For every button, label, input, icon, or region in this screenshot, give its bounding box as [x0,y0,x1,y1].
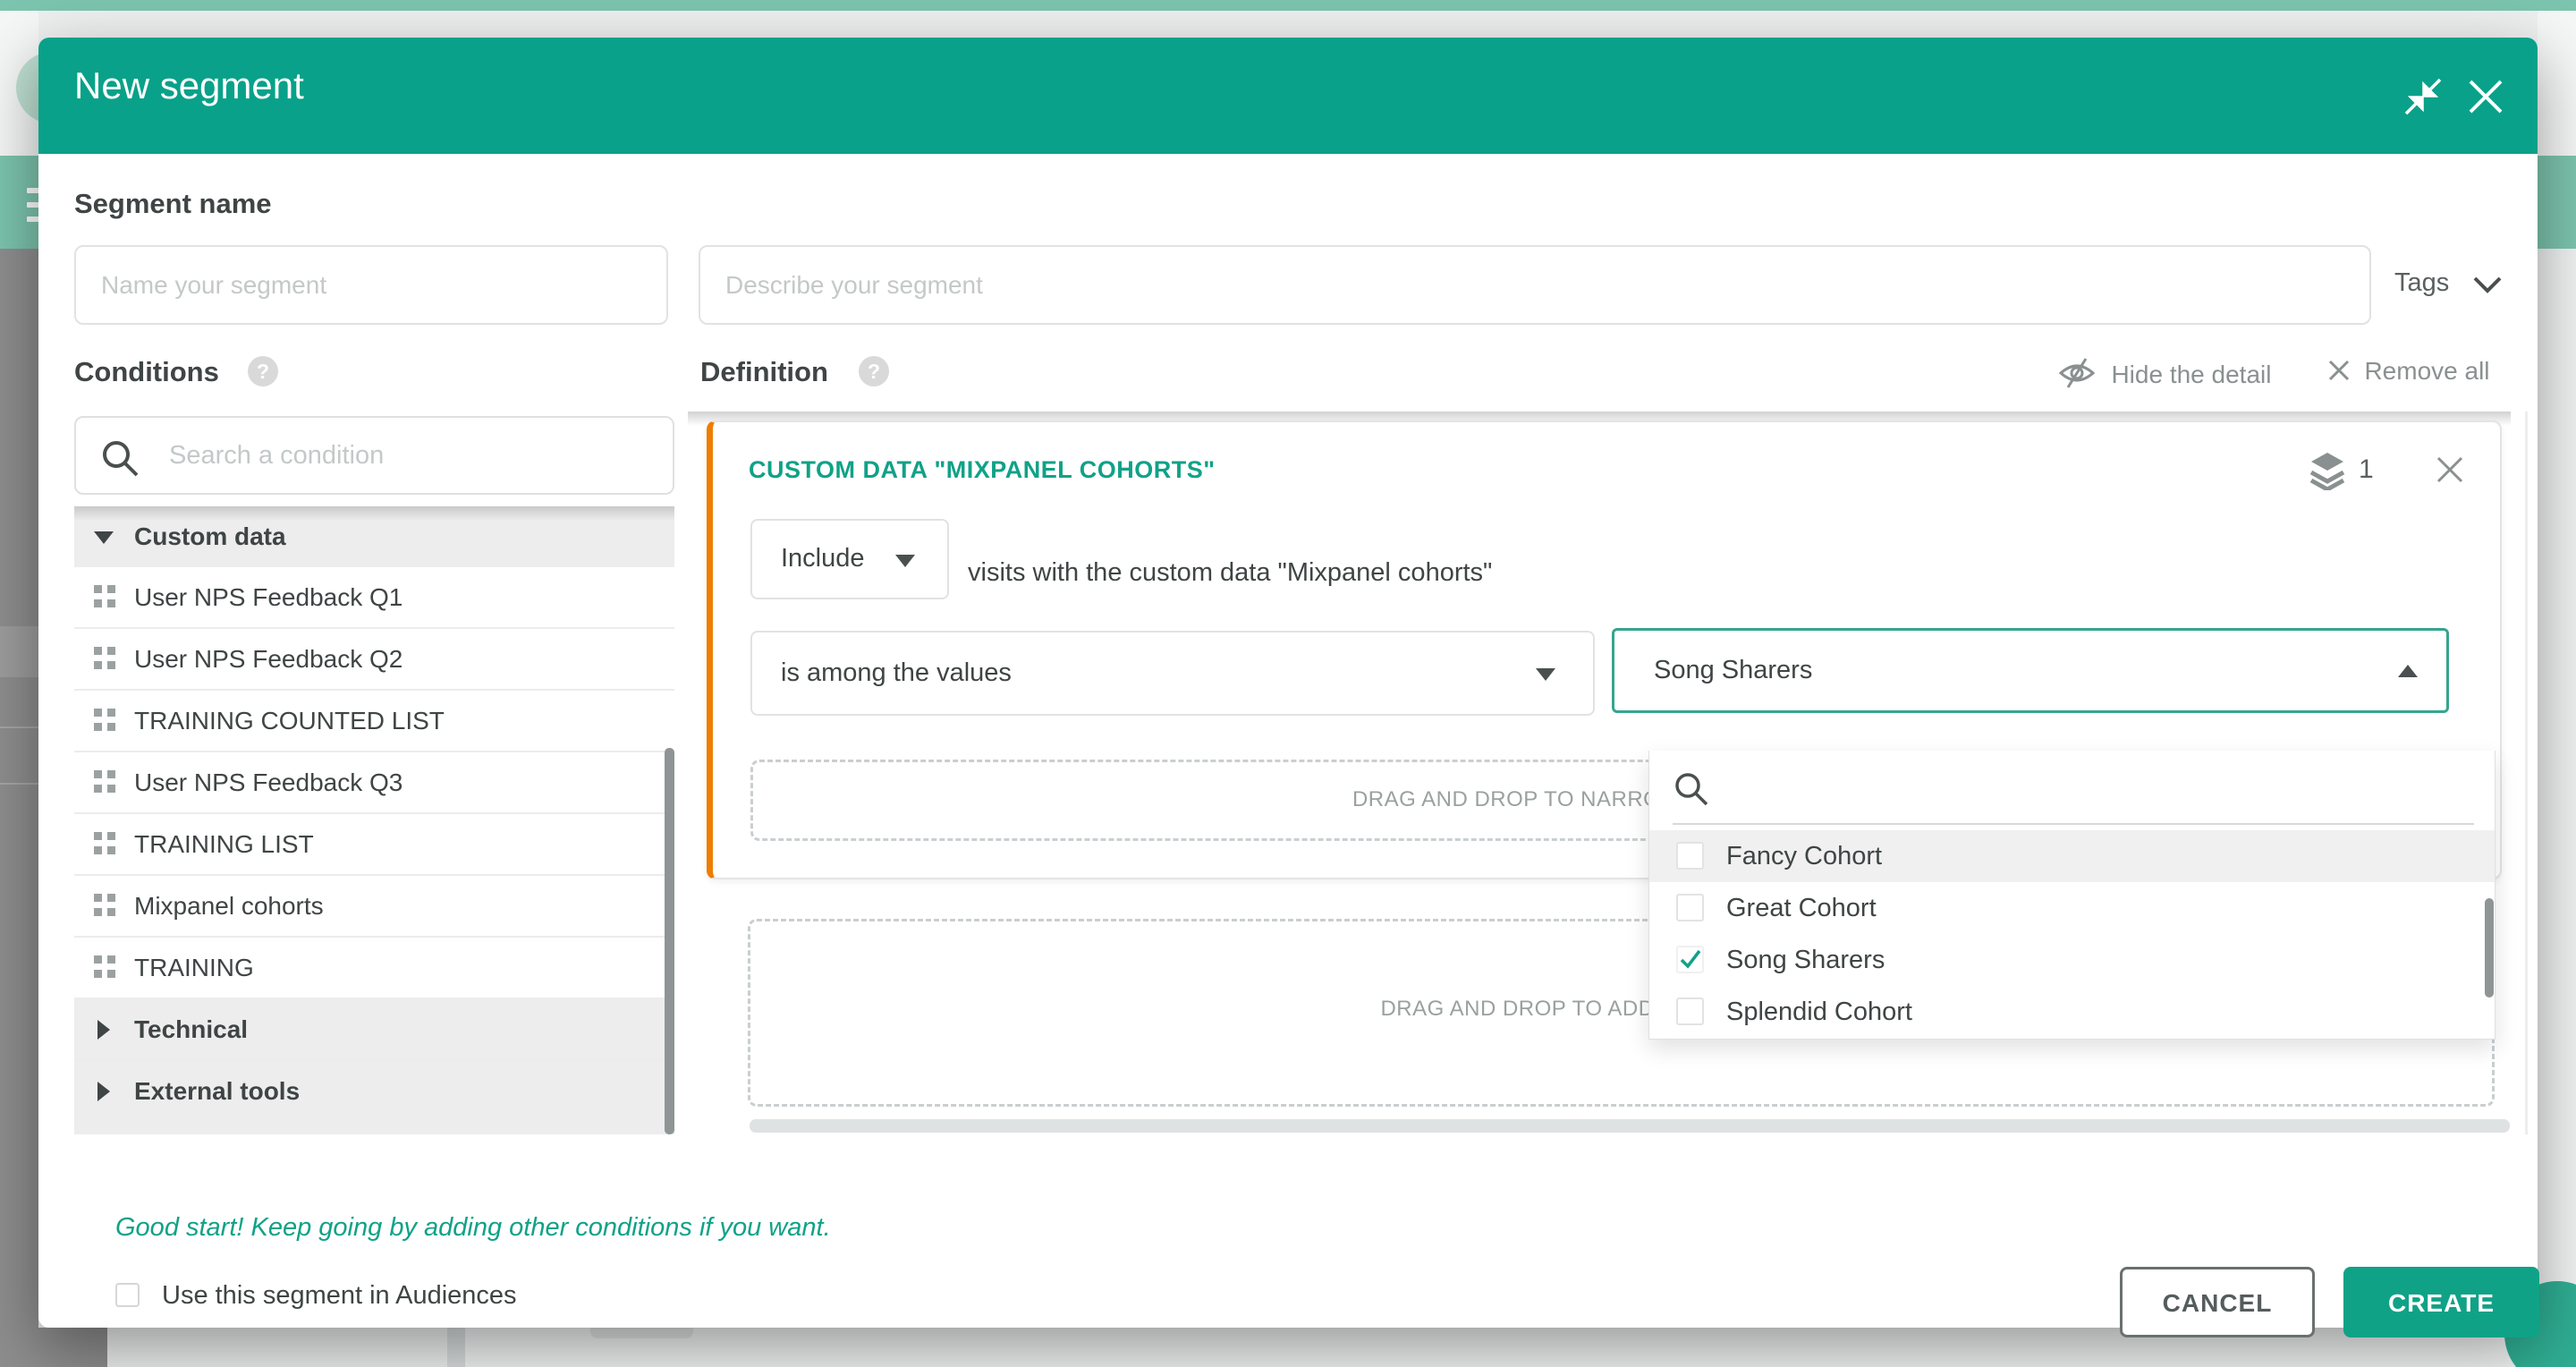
checkbox[interactable] [1676,842,1704,870]
hide-detail-label: Hide the detail [2111,361,2271,388]
minimize-icon[interactable] [2404,78,2442,115]
triangle-collapsed-icon [97,1082,110,1101]
operator-select[interactable]: is among the values [750,631,1595,716]
condition-item[interactable]: Mixpanel cohorts [74,876,674,938]
value-search-input[interactable] [1724,763,2351,813]
definition-hscrollbar[interactable] [750,1119,2510,1133]
conditions-help-icon[interactable]: ? [248,356,278,386]
checkbox[interactable] [1676,894,1704,921]
background-panel-bottom [107,1328,447,1367]
condition-item[interactable]: User NPS Feedback Q2 [74,629,674,691]
audiences-label: Use this segment in Audiences [162,1281,517,1311]
caret-up-icon [2398,665,2418,677]
definition-help-icon[interactable]: ? [859,356,889,386]
conditions-heading: Conditions [74,356,219,388]
sidebar-selected-item[interactable] [0,626,38,677]
drag-handle-icon[interactable] [94,709,115,732]
chevron-down-icon [2472,275,2503,294]
dropdown-option[interactable]: Fancy Cohort [1649,830,2496,882]
background-nav-band-right [2538,156,2576,249]
close-icon[interactable] [2467,78,2504,115]
drag-handle-icon[interactable] [94,832,115,855]
dropdown-scrollbar[interactable] [2485,898,2494,998]
value-select[interactable]: Song Sharers [1612,628,2449,713]
background-divider-bottom [447,1328,465,1367]
checkbox[interactable] [1676,998,1704,1025]
triangle-collapsed-icon [97,1020,110,1040]
dropdown-option[interactable]: Song Sharers [1649,934,2496,986]
background-topbar [0,0,2576,11]
remove-all-x-icon [2326,358,2351,383]
new-segment-modal: New segment Segment name Tags Conditions… [38,38,2538,1328]
dropdown-option[interactable]: Great Cohort [1649,882,2496,934]
segment-name-input[interactable] [74,245,668,325]
search-icon [99,437,140,479]
value-dropdown-panel: Fancy Cohort Great Cohort Song Sharers S… [1648,751,2496,1040]
background-sidebar-bottom [0,1328,107,1367]
condition-group-technical[interactable]: Technical [74,999,674,1061]
condition-search-input[interactable] [169,423,661,488]
segment-description-input[interactable] [699,245,2371,325]
conditions-list: Custom data User NPS Feedback Q1 User NP… [74,506,674,1134]
layers-icon[interactable] [2309,451,2345,490]
audiences-checkbox[interactable] [115,1283,140,1307]
operator-select-value: is among the values [781,658,1012,688]
sidebar-separator [0,783,38,785]
eye-off-icon [2057,357,2097,389]
dropdown-option[interactable]: Splendid Cohort [1649,986,2496,1038]
condition-group-external-tools[interactable]: External tools [74,1061,674,1134]
drag-handle-icon[interactable] [94,647,115,670]
definition-heading: Definition [700,356,828,388]
hint-text: Good start! Keep going by adding other c… [115,1213,831,1243]
include-select-value: Include [781,544,865,573]
background-sidebar [0,249,38,1367]
background-content-right [2538,249,2576,1367]
triangle-expanded-icon [94,531,114,544]
definition-scroll-track [2525,412,2528,1134]
condition-item[interactable]: TRAINING [74,938,674,999]
remove-condition-icon[interactable] [2435,454,2465,485]
condition-item[interactable]: User NPS Feedback Q1 [74,567,674,629]
background-scroll-tab [590,1328,693,1338]
conditions-scrollbar[interactable] [665,748,674,1134]
check-icon [1679,947,1702,971]
list-scroll-shadow [74,506,674,521]
modal-title: New segment [74,64,304,107]
search-underline [1673,823,2474,825]
caret-down-icon [895,555,915,567]
tags-label: Tags [2394,268,2449,297]
condition-card-title: CUSTOM DATA "MIXPANEL COHORTS" [749,456,1216,484]
background-header-right [2538,11,2576,156]
search-icon [1673,770,1710,808]
hide-detail-button[interactable]: Hide the detail [2057,357,2271,389]
segment-name-label: Segment name [74,188,272,220]
condition-search [74,416,674,495]
remove-all-label: Remove all [2364,357,2489,385]
value-select-value: Song Sharers [1654,656,1812,685]
sidebar-separator [0,726,38,728]
tags-dropdown[interactable]: Tags [2394,268,2503,298]
condition-item[interactable]: TRAINING COUNTED LIST [74,691,674,752]
drag-handle-icon[interactable] [94,585,115,608]
caret-down-icon [1536,668,1555,681]
create-button[interactable]: CREATE [2343,1267,2539,1337]
layer-count: 1 [2359,454,2374,485]
remove-all-button[interactable]: Remove all [2326,357,2490,386]
drag-handle-icon[interactable] [94,770,115,794]
include-select[interactable]: Include [750,519,949,599]
modal-header: New segment [38,38,2538,154]
condition-item[interactable]: TRAINING LIST [74,814,674,876]
condition-sentence: visits with the custom data "Mixpanel co… [968,558,1492,588]
condition-item[interactable]: User NPS Feedback Q3 [74,752,674,814]
drag-handle-icon[interactable] [94,955,115,979]
drag-handle-icon[interactable] [94,894,115,917]
cancel-button[interactable]: CANCEL [2120,1267,2315,1337]
